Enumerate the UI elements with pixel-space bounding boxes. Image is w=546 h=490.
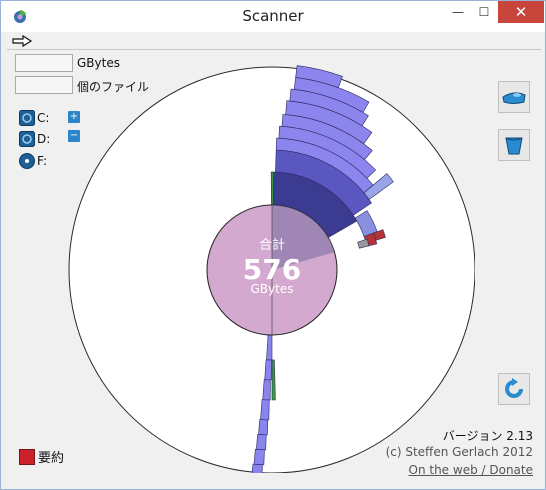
recycle-bin-button[interactable]	[498, 129, 530, 161]
refresh-button[interactable]	[498, 373, 530, 405]
drive-item-f[interactable]: F:	[19, 153, 47, 169]
summary-icon	[19, 448, 35, 465]
toolbar-divider	[7, 49, 541, 50]
maximize-button[interactable]: ☐	[471, 1, 497, 23]
folder-segment[interactable]	[262, 379, 271, 401]
drive-item-c[interactable]: C:	[19, 110, 49, 126]
title-bar: Scanner — ☐ ✕	[1, 1, 545, 32]
folder-segment[interactable]	[260, 399, 270, 421]
version-label: バージョン 2.13	[442, 429, 533, 443]
summary-label: 要約	[38, 451, 65, 466]
drive-item-d[interactable]: D:	[19, 131, 50, 147]
web-donate-link[interactable]: On the web / Donate	[409, 463, 534, 477]
scanner-window: Scanner — ☐ ✕ GBytes 個のファイル C: + D: − F:	[0, 0, 546, 490]
open-folder-button[interactable]	[498, 81, 530, 113]
folder-segment[interactable]	[258, 419, 269, 436]
folder-segment[interactable]	[251, 463, 263, 473]
drive-label: D:	[37, 132, 51, 146]
optical-drive-icon	[19, 153, 35, 169]
folder-tray-icon	[502, 92, 526, 104]
center-unit: GBytes	[251, 282, 294, 296]
copyright-label: (c) Steffen Gerlach 2012	[385, 445, 533, 459]
folder-segment[interactable]	[253, 448, 265, 466]
drive-icon	[19, 131, 35, 147]
minimize-button[interactable]: —	[445, 1, 471, 23]
refresh-icon	[505, 378, 523, 398]
folder-segment[interactable]	[270, 171, 275, 206]
folder-segment[interactable]	[264, 359, 272, 381]
disk-usage-sunburst: 合計 576 GBytes	[68, 65, 475, 473]
drive-label: F:	[37, 154, 48, 168]
trash-bin-icon	[505, 137, 523, 155]
center-caption: 合計	[259, 237, 285, 253]
summary-toggle[interactable]: 要約	[19, 447, 64, 466]
back-arrow-icon[interactable]	[11, 34, 33, 48]
drive-label: C:	[37, 111, 50, 125]
folder-segment[interactable]	[255, 434, 267, 451]
drive-icon	[19, 110, 35, 126]
close-button[interactable]: ✕	[498, 1, 544, 23]
